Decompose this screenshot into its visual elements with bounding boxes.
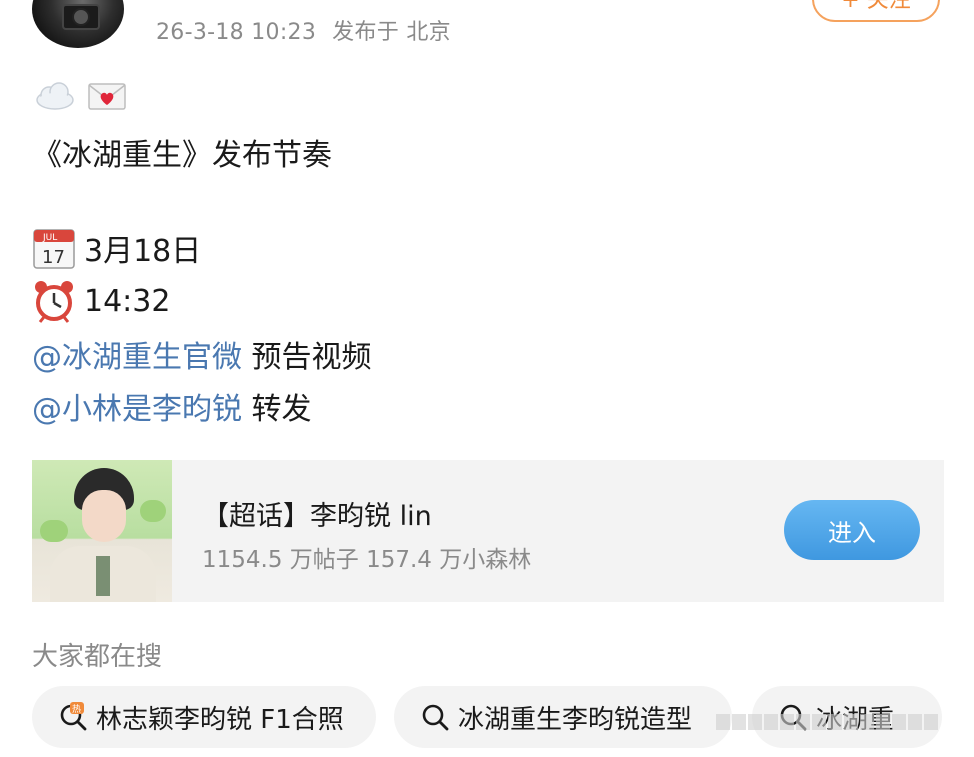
topic-title: 【超话】李昀锐 lin xyxy=(202,501,432,532)
mention-link-actor[interactable]: @小林是李昀锐 xyxy=(32,392,242,427)
time-row: 14:32 xyxy=(32,279,170,323)
super-topic-card[interactable]: 【超话】李昀锐 lin 1154.5 万帖子 157.4 万小森林 进入 xyxy=(32,460,944,602)
watermark xyxy=(716,712,956,732)
mention-suffix-2: 转发 xyxy=(242,392,312,427)
search-chip-label: 林志颖李昀锐 F1合照 xyxy=(96,704,344,735)
topic-thumbnail xyxy=(32,460,172,602)
enter-button[interactable]: 进入 xyxy=(784,500,920,560)
author-avatar[interactable] xyxy=(32,0,124,48)
svg-text:热: 热 xyxy=(72,703,81,715)
thumb-face xyxy=(82,490,126,542)
search-icon xyxy=(420,702,450,732)
mention-suffix-1: 预告视频 xyxy=(242,340,372,375)
alarm-clock-icon xyxy=(32,279,76,323)
thumb-tie xyxy=(96,556,110,596)
mention-line-2: @小林是李昀锐 转发 xyxy=(32,384,312,428)
calendar-day-text: 17 xyxy=(42,247,65,268)
post-location: 发布于 北京 xyxy=(332,20,451,45)
post-title-line: 《冰湖重生》发布节奏 xyxy=(32,138,332,173)
search-chip-1[interactable]: 热 林志颖李昀锐 F1合照 xyxy=(32,686,376,748)
mention-link-official[interactable]: @冰湖重生官微 xyxy=(32,340,242,375)
thumb-bubble xyxy=(140,500,166,522)
time-text: 14:32 xyxy=(84,283,171,319)
search-chip-2[interactable]: 冰湖重生李昀锐造型 xyxy=(394,686,732,748)
thumb-bubble xyxy=(40,520,68,542)
follow-button[interactable]: + 关注 xyxy=(812,0,940,22)
emoji-row xyxy=(34,80,128,112)
search-chip-label: 冰湖重生李昀锐造型 xyxy=(458,704,693,735)
love-letter-icon xyxy=(86,80,128,112)
topic-stats: 1154.5 万帖子 157.4 万小森林 xyxy=(202,547,532,573)
date-text: 3月18日 xyxy=(84,234,202,269)
hot-search-icon: 热 xyxy=(58,702,88,732)
post-timestamp: 26-3-18 10:23 xyxy=(156,20,317,45)
trending-search-heading: 大家都在搜 xyxy=(32,642,163,672)
post-meta: 26-3-18 10:23 发布于 北京 xyxy=(156,14,451,46)
cloud-icon xyxy=(34,80,76,112)
mention-line-1: @冰湖重生官微 预告视频 xyxy=(32,332,372,376)
date-row: JUL 17 3月18日 xyxy=(32,226,201,270)
camera-lens xyxy=(72,8,90,26)
calendar-month-text: JUL xyxy=(42,233,57,243)
calendar-icon: JUL 17 xyxy=(32,226,76,270)
